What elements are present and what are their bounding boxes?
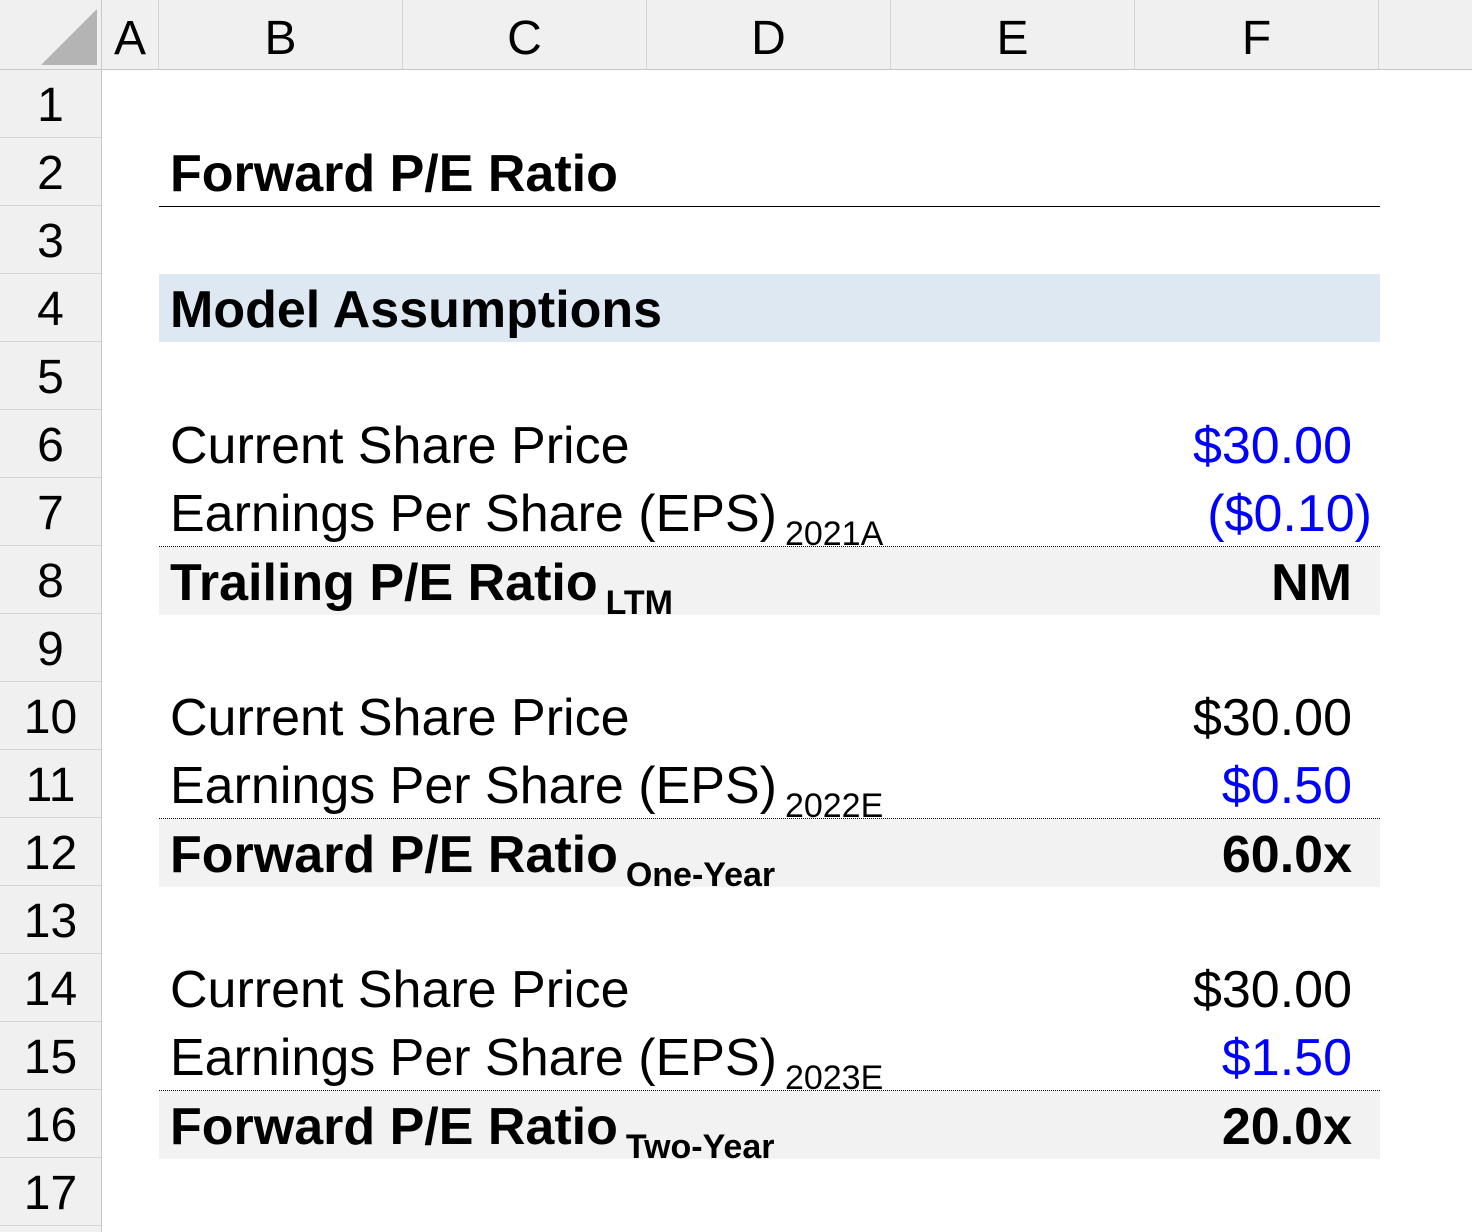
eps-label-1-text: Earnings Per Share (EPS) [170,485,777,543]
ratio-label-2[interactable]: Forward P/E Ratio One-Year [170,819,775,894]
column-headers: A B C D E F [102,0,1472,70]
ratio-label-1-sub: LTM [605,584,673,622]
eps-label-3[interactable]: Earnings Per Share (EPS) 2023E [170,1022,883,1097]
sheet-title[interactable]: Forward P/E Ratio [170,138,618,206]
price-label-2[interactable]: Current Share Price [170,682,630,750]
select-all-triangle-icon [41,9,97,65]
row-header-12[interactable]: 12 [0,818,101,886]
section-header[interactable]: Model Assumptions [170,274,662,342]
row-header-17[interactable]: 17 [0,1158,101,1226]
row-header-7[interactable]: 7 [0,478,101,546]
ratio-label-1[interactable]: Trailing P/E Ratio LTM [170,547,673,622]
column-header-f[interactable]: F [1135,0,1379,69]
column-header-e[interactable]: E [891,0,1135,69]
ratio-label-3[interactable]: Forward P/E Ratio Two-Year [170,1091,774,1166]
ratio-label-2-text: Forward P/E Ratio [170,826,618,884]
column-header-d[interactable]: D [647,0,891,69]
eps-value-2[interactable]: $0.50 [1222,750,1352,818]
price-value-2[interactable]: $30.00 [1193,682,1352,750]
eps-label-3-text: Earnings Per Share (EPS) [170,1029,777,1087]
row-header-6[interactable]: 6 [0,410,101,478]
row-header-10[interactable]: 10 [0,682,101,750]
row-header-13[interactable]: 13 [0,886,101,954]
select-all-corner[interactable] [0,0,102,70]
price-label-3[interactable]: Current Share Price [170,954,630,1022]
row-header-4[interactable]: 4 [0,274,101,342]
title-underline [159,206,1380,207]
eps-label-2[interactable]: Earnings Per Share (EPS) 2022E [170,750,883,825]
eps-label-1[interactable]: Earnings Per Share (EPS) 2021A [170,478,883,553]
ratio-value-3[interactable]: 20.0x [1222,1091,1352,1159]
row-header-15[interactable]: 15 [0,1022,101,1090]
row-header-3[interactable]: 3 [0,206,101,274]
eps-label-2-text: Earnings Per Share (EPS) [170,757,777,815]
row-header-11[interactable]: 11 [0,750,101,818]
row-header-16[interactable]: 16 [0,1090,101,1158]
row-header-1[interactable]: 1 [0,70,101,138]
row-header-8[interactable]: 8 [0,546,101,614]
ratio-value-1[interactable]: NM [1271,547,1352,615]
ratio-label-1-text: Trailing P/E Ratio [170,554,598,612]
ratio-label-3-text: Forward P/E Ratio [170,1098,618,1156]
price-label-1[interactable]: Current Share Price [170,410,630,478]
column-header-a[interactable]: A [102,0,159,69]
eps-value-3[interactable]: $1.50 [1222,1022,1352,1090]
row-headers: 1 2 3 4 5 6 7 8 9 10 11 12 13 14 15 16 1… [0,70,102,1232]
ratio-value-2[interactable]: 60.0x [1222,819,1352,887]
row-header-5[interactable]: 5 [0,342,101,410]
column-header-b[interactable]: B [159,0,403,69]
column-header-c[interactable]: C [403,0,647,69]
sheet-grid[interactable]: Forward P/E Ratio Model Assumptions Curr… [103,70,1472,1232]
ratio-label-3-sub: Two-Year [625,1128,775,1166]
price-value-1[interactable]: $30.00 [1193,410,1352,478]
ratio-label-2-sub: One-Year [625,856,776,894]
row-header-2[interactable]: 2 [0,138,101,206]
price-value-3[interactable]: $30.00 [1193,954,1352,1022]
eps-value-1[interactable]: ($0.10) [1207,478,1372,546]
row-header-14[interactable]: 14 [0,954,101,1022]
row-header-9[interactable]: 9 [0,614,101,682]
